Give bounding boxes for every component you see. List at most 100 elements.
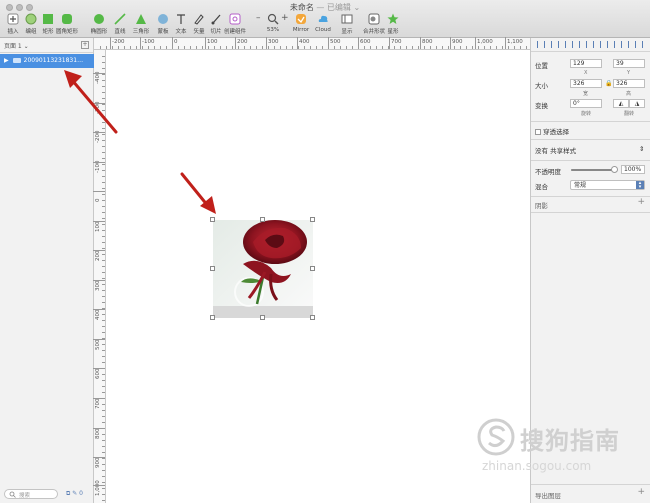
opacity-input[interactable]: 100% xyxy=(621,165,645,174)
height-input[interactable]: 326 xyxy=(613,79,645,88)
toolbar-line-button[interactable]: 直线 xyxy=(109,13,131,35)
toolbar-label: 直线 xyxy=(114,29,126,35)
toolbar-triangle-button[interactable]: 三角形 xyxy=(130,13,152,35)
toolbar-oval-button[interactable]: 椭圆形 xyxy=(88,13,110,35)
distribute-horizontal-icon[interactable] xyxy=(621,41,629,48)
toolbar-create-symbol-button[interactable]: 创建组件 xyxy=(224,13,246,35)
ruler-tick xyxy=(235,37,236,49)
ruler-minor-tick xyxy=(102,332,105,333)
resize-handle-top[interactable] xyxy=(260,217,265,222)
ruler-minor-tick xyxy=(102,68,105,69)
opacity-slider-thumb[interactable] xyxy=(611,166,618,173)
ruler-tick xyxy=(93,191,105,192)
shared-style-selector[interactable]: 没有 共享样式 xyxy=(535,145,576,155)
clip-checkbox[interactable] xyxy=(535,129,541,135)
ruler-minor-tick xyxy=(102,92,105,93)
distribute-vertical-icon[interactable] xyxy=(635,41,643,48)
toolbar-star-button[interactable]: 星形 xyxy=(382,13,404,35)
position-y-caption: Y xyxy=(627,70,631,76)
resize-handle-bottom-left[interactable] xyxy=(210,315,215,320)
toolbar-label: 三角形 xyxy=(132,29,150,35)
zoom-in-button[interactable]: + xyxy=(281,13,289,23)
alignment-toolbar xyxy=(531,38,650,52)
opacity-slider[interactable] xyxy=(571,166,618,173)
align-top-icon[interactable] xyxy=(579,41,587,48)
page-label: 页面 1 ⌄ xyxy=(4,43,29,50)
opacity-slider-fill xyxy=(571,169,615,171)
ruler-minor-tick xyxy=(102,140,105,141)
ruler-minor-tick xyxy=(298,46,299,49)
rose-image-layer[interactable] xyxy=(210,217,315,320)
horizontal-ruler[interactable]: -200 -100 0 100 200 300 400 500 600 700 800 900 1,00… xyxy=(94,37,530,50)
ruler-minor-tick xyxy=(238,46,239,49)
lock-proportions-icon[interactable]: 🔒 xyxy=(605,80,612,87)
layer-filter-icons[interactable]: ⧉ ✎ 0 xyxy=(66,490,83,498)
position-x-input[interactable]: 129 xyxy=(570,59,602,68)
position-y-input[interactable]: 39 xyxy=(613,59,645,68)
align-middle-icon[interactable] xyxy=(593,41,601,48)
blend-mode-select[interactable]: 常规 ▴ ▾ xyxy=(570,180,645,190)
toolbar-mirror-button[interactable]: Mirror xyxy=(290,13,312,33)
canvas[interactable] xyxy=(106,50,530,503)
ruler-minor-tick xyxy=(154,46,155,49)
zoom-out-button[interactable]: – xyxy=(256,13,261,23)
resize-handle-left[interactable] xyxy=(210,266,215,271)
ruler-tick xyxy=(93,309,105,310)
ruler-label: -200 xyxy=(112,39,125,45)
add-shadow-button[interactable]: + xyxy=(637,197,645,207)
resize-handle-bottom-right[interactable] xyxy=(310,315,315,320)
ruler-minor-tick xyxy=(102,206,105,207)
document-name: 未命名 xyxy=(289,3,314,12)
layers-panel: 页面 1 ⌄ + ▶ 20090113231831… 搜索 ⧉ ✎ 0 xyxy=(0,38,94,503)
ruler-minor-tick xyxy=(102,470,105,471)
toolbar-rounded-rect-button[interactable]: 圆角矩形 xyxy=(56,13,78,35)
ruler-minor-tick xyxy=(292,46,293,49)
clip-checkbox-row[interactable]: 穿透选择 xyxy=(535,126,569,136)
ruler-minor-tick xyxy=(460,46,461,49)
layer-row[interactable]: ▶ 20090113231831… xyxy=(0,54,94,68)
chevron-updown-icon[interactable]: ⇕ xyxy=(639,145,644,153)
ruler-label: 100 xyxy=(95,221,101,233)
align-right-icon[interactable] xyxy=(565,41,573,48)
transform-label: 变换 xyxy=(535,102,548,110)
resize-handle-top-right[interactable] xyxy=(310,217,315,222)
align-center-icon[interactable] xyxy=(551,41,559,48)
layer-search-input[interactable]: 搜索 xyxy=(4,489,58,499)
resize-handle-bottom[interactable] xyxy=(260,315,265,320)
ruler-label: 800 xyxy=(95,428,101,440)
ruler-minor-tick xyxy=(220,46,221,49)
ruler-minor-tick xyxy=(310,46,311,49)
ruler-label: 1,000 xyxy=(477,39,493,45)
ruler-minor-tick xyxy=(102,134,105,135)
ruler-minor-tick xyxy=(102,380,105,381)
toolbar-view-button[interactable]: 显示 xyxy=(336,13,358,35)
shadow-label: 阴影 xyxy=(535,202,548,210)
ruler-minor-tick xyxy=(102,344,105,345)
resize-handle-right[interactable] xyxy=(310,266,315,271)
ruler-minor-tick xyxy=(502,46,503,49)
flip-horizontal-button[interactable]: ◭ xyxy=(613,99,629,108)
ruler-minor-tick xyxy=(160,46,161,49)
ruler-minor-tick xyxy=(256,46,257,49)
add-page-button[interactable]: + xyxy=(81,41,89,49)
ruler-minor-tick xyxy=(102,176,105,177)
disclosure-triangle-icon[interactable]: ▶ xyxy=(4,57,9,64)
ruler-label: 900 xyxy=(95,457,101,469)
flip-vertical-button[interactable]: ◮ xyxy=(629,99,645,108)
rotation-input[interactable]: 0° xyxy=(570,99,602,108)
add-export-button[interactable]: + xyxy=(637,487,645,497)
ruler-minor-tick xyxy=(102,116,105,117)
align-left-icon[interactable] xyxy=(537,41,545,48)
ruler-minor-tick xyxy=(304,46,305,49)
ruler-minor-tick xyxy=(102,266,105,267)
resize-handle-top-left[interactable] xyxy=(210,217,215,222)
vertical-ruler[interactable]: -400 -300 -200 -100 0 100 200 300 400 500 600 700 80… xyxy=(93,50,106,503)
page-selector[interactable]: 页面 1 ⌄ + xyxy=(0,38,93,53)
ruler-minor-tick xyxy=(102,416,105,417)
align-bottom-icon[interactable] xyxy=(607,41,615,48)
ruler-minor-tick xyxy=(102,428,105,429)
width-input[interactable]: 326 xyxy=(570,79,602,88)
ruler-minor-tick xyxy=(102,74,105,75)
toolbar-cloud-button[interactable]: Cloud xyxy=(312,13,334,33)
ruler-minor-tick xyxy=(102,242,105,243)
